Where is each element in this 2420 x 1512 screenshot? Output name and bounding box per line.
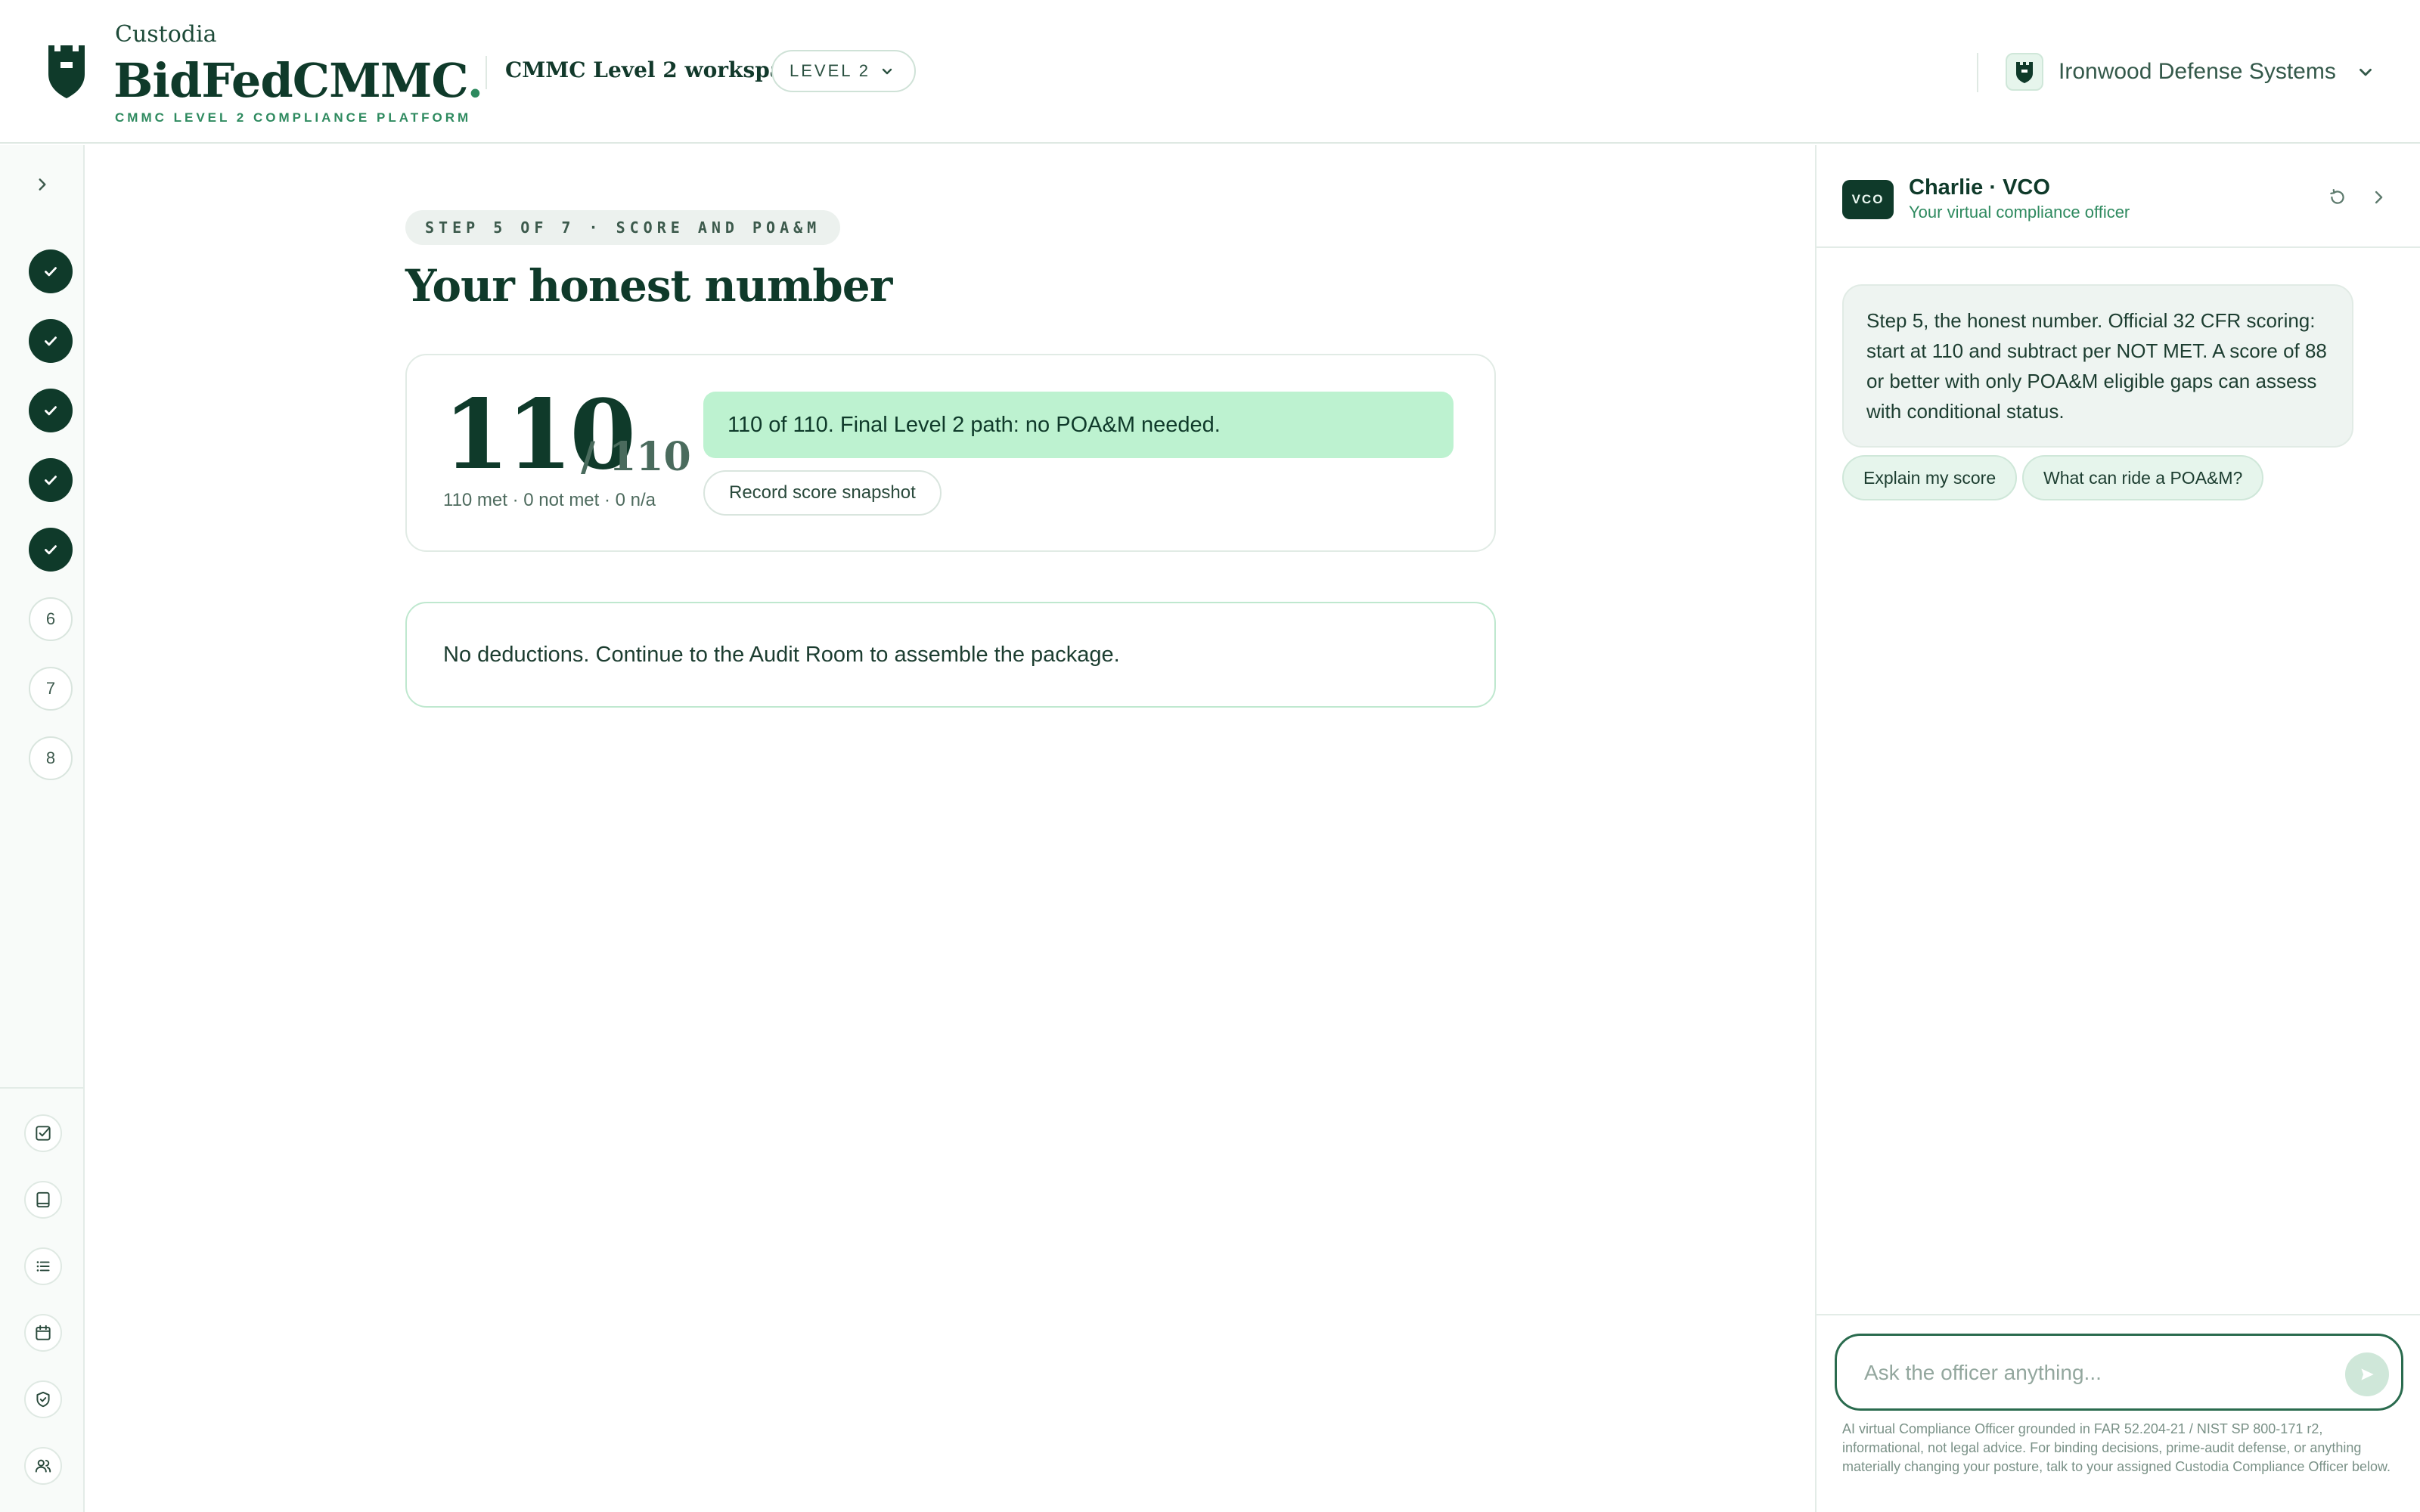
level-selector[interactable]: LEVEL 2 (771, 50, 917, 92)
users-icon (35, 1459, 51, 1473)
library-tool-button[interactable] (24, 1181, 62, 1219)
score-max: / 110 (581, 434, 691, 480)
security-tool-button[interactable] (24, 1380, 62, 1418)
check-icon (45, 406, 57, 416)
chevron-right-icon (2375, 191, 2383, 204)
brand-dot: . (467, 53, 484, 108)
brand-company: Custodia (115, 21, 217, 48)
suggestion-explain-score[interactable]: Explain my score (1842, 455, 2018, 500)
send-icon (2361, 1368, 2374, 1380)
score-breakdown: 110 met · 0 not met · 0 n/a (443, 490, 656, 510)
checklist-tool-button[interactable] (24, 1114, 62, 1152)
chevron-right-icon (39, 178, 46, 191)
ai-disclaimer: AI virtual Compliance Officer grounded i… (1842, 1421, 2391, 1474)
level-selector-label: LEVEL 2 (790, 61, 871, 80)
rail-divider (0, 1087, 83, 1089)
team-tool-button[interactable] (24, 1447, 62, 1485)
brand-name-text: BidFedCMMC (113, 53, 468, 108)
assistant-header: VCO Charlie · VCO Your virtual complianc… (1817, 145, 2420, 248)
step-2-complete[interactable] (29, 319, 73, 363)
assistant-panel: VCO Charlie · VCO Your virtual complianc… (1815, 145, 2420, 1512)
org-divider (1977, 53, 1978, 92)
list-icon (36, 1261, 50, 1272)
app-header: Custodia BidFedCMMC. CMMC LEVEL 2 COMPLI… (0, 0, 2420, 144)
page-title: Your honest number (405, 260, 892, 311)
checklist-icon (36, 1126, 51, 1141)
step-rail: 6 7 8 (0, 145, 85, 1512)
calendar-tool-button[interactable] (24, 1314, 62, 1352)
calendar-icon (36, 1325, 51, 1340)
step-5-complete[interactable] (29, 528, 73, 572)
assistant-message: Step 5, the honest number. Official 32 C… (1842, 284, 2353, 448)
organization-switcher[interactable]: Ironwood Defense Systems (2006, 51, 2375, 92)
list-tool-button[interactable] (24, 1247, 62, 1285)
check-icon (45, 545, 57, 555)
check-icon (45, 476, 57, 485)
next-step-note: No deductions. Continue to the Audit Roo… (405, 602, 1496, 708)
brand-tagline: CMMC LEVEL 2 COMPLIANCE PLATFORM (115, 110, 472, 125)
book-icon (36, 1191, 50, 1208)
assistant-avatar: VCO (1842, 180, 1894, 219)
step-6[interactable]: 6 (29, 597, 73, 641)
step-indicator: STEP 5 OF 7 · SCORE AND POA&M (405, 210, 841, 245)
organization-logo-icon (2006, 53, 2043, 91)
record-snapshot-button[interactable]: Record score snapshot (703, 470, 942, 516)
assistant-name: Charlie · VCO (1909, 175, 2050, 200)
message-composer[interactable] (1835, 1334, 2403, 1411)
score-status-banner: 110 of 110. Final Level 2 path: no POA&M… (703, 392, 1454, 458)
organization-name: Ironwood Defense Systems (2059, 59, 2336, 84)
score-card: 110 / 110 110 met · 0 not met · 0 n/a 11… (405, 354, 1496, 552)
composer-divider (1817, 1314, 2420, 1315)
chevron-down-icon (2359, 68, 2372, 76)
collapse-panel-button[interactable] (2366, 184, 2391, 210)
shield-logo-icon (48, 45, 85, 98)
step-7[interactable]: 7 (29, 667, 73, 711)
refresh-icon (2330, 188, 2344, 204)
step-3-complete[interactable] (29, 389, 73, 432)
expand-rail-button[interactable] (29, 171, 56, 198)
assistant-role: Your virtual compliance officer (1909, 203, 2130, 222)
shield-check-icon (36, 1391, 50, 1408)
message-input[interactable] (1864, 1354, 2318, 1392)
main-content: STEP 5 OF 7 · SCORE AND POA&M Your hones… (85, 145, 1815, 1512)
suggestion-poam-eligibility[interactable]: What can ride a POA&M? (2022, 455, 2264, 500)
reset-conversation-button[interactable] (2325, 184, 2350, 210)
brand-name[interactable]: BidFedCMMC. (113, 53, 484, 108)
step-4-complete[interactable] (29, 458, 73, 502)
chevron-down-icon (882, 68, 892, 75)
check-icon (45, 336, 57, 346)
workspace-title: CMMC Level 2 workspace (505, 57, 810, 82)
step-8[interactable]: 8 (29, 736, 73, 780)
header-divider (486, 56, 487, 89)
send-button[interactable] (2345, 1352, 2389, 1396)
step-1-complete[interactable] (29, 249, 73, 293)
check-icon (45, 267, 57, 277)
